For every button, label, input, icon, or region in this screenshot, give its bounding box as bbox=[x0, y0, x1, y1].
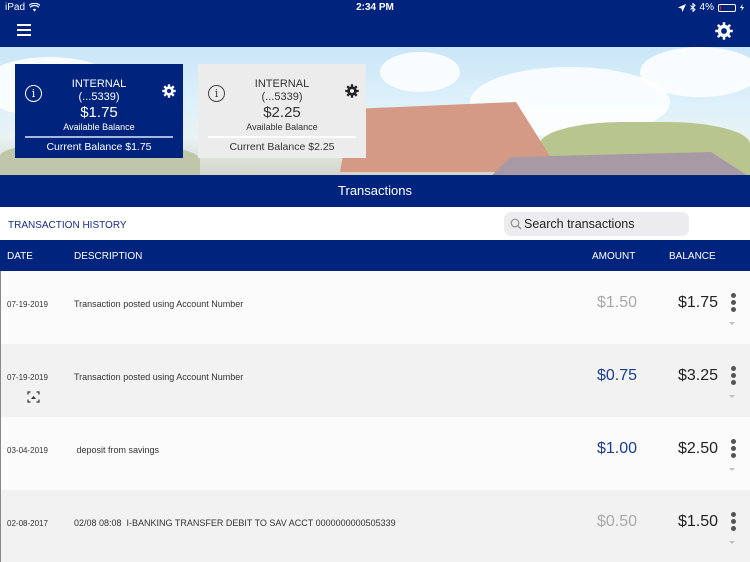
transaction-row[interactable]: 07-19-2019 Transaction posted using Acco… bbox=[0, 344, 750, 417]
location-icon bbox=[677, 3, 686, 12]
search-input[interactable] bbox=[524, 212, 684, 236]
available-balance: $2.25 bbox=[263, 104, 301, 121]
table-header: DATE DESCRIPTION AMOUNT BALANCE bbox=[0, 240, 750, 271]
transaction-balance: $1.50 bbox=[677, 513, 718, 530]
battery-icon bbox=[718, 3, 736, 12]
account-card-selected[interactable]: i INTERNAL (...5339) $1.75 Available Bal… bbox=[15, 64, 183, 158]
transaction-row[interactable]: 02-08-2017 02/08 08:08 I-BANKING TRANSFE… bbox=[0, 490, 750, 562]
check-image-scan-icon[interactable] bbox=[27, 391, 40, 403]
transaction-amount: $1.50 bbox=[596, 294, 637, 311]
status-bar: iPad 2:34 PM 4% bbox=[0, 0, 750, 16]
bluetooth-icon bbox=[689, 3, 696, 12]
hamburger-menu-icon[interactable] bbox=[17, 24, 31, 36]
transaction-description: Transaction posted using Account Number bbox=[74, 372, 244, 382]
transaction-row[interactable]: 03-04-2019 deposit from savings $1.00 $2… bbox=[0, 417, 750, 490]
transaction-date: 07-19-2019 bbox=[7, 300, 48, 309]
transaction-amount: $1.00 bbox=[596, 440, 637, 457]
account-number: (...5339) bbox=[78, 91, 120, 103]
expand-chevron-icon[interactable] bbox=[729, 468, 735, 471]
available-balance-label: Available Balance bbox=[246, 122, 318, 132]
charging-icon bbox=[740, 4, 744, 11]
card-divider bbox=[208, 136, 356, 138]
search-field[interactable] bbox=[504, 212, 689, 236]
account-number: (...5339) bbox=[261, 91, 303, 103]
current-balance: Current Balance $1.75 bbox=[46, 141, 152, 153]
account-name: INTERNAL bbox=[254, 78, 310, 90]
expand-chevron-icon[interactable] bbox=[729, 322, 735, 325]
account-settings-gear-icon[interactable] bbox=[345, 84, 359, 98]
column-header-date[interactable]: DATE bbox=[7, 251, 33, 262]
battery-percent: 4% bbox=[699, 2, 714, 13]
available-balance: $1.75 bbox=[80, 104, 118, 121]
transaction-amount: $0.75 bbox=[596, 367, 637, 384]
transaction-date: 07-19-2019 bbox=[7, 373, 48, 382]
transaction-amount: $0.50 bbox=[596, 513, 637, 530]
transactions-title: Transactions bbox=[0, 175, 750, 207]
clock: 2:34 PM bbox=[356, 2, 394, 13]
more-options-icon[interactable] bbox=[729, 512, 737, 532]
current-balance: Current Balance $2.25 bbox=[229, 141, 335, 153]
transaction-date: 03-04-2019 bbox=[7, 446, 48, 455]
transaction-balance: $1.75 bbox=[677, 294, 718, 311]
column-header-balance[interactable]: BALANCE bbox=[669, 251, 716, 262]
column-header-description[interactable]: DESCRIPTION bbox=[74, 251, 142, 262]
transaction-description: Transaction posted using Account Number bbox=[74, 299, 244, 309]
transaction-history-header: TRANSACTION HISTORY bbox=[0, 207, 750, 240]
transaction-row[interactable]: 07-19-2019 Transaction posted using Acco… bbox=[0, 271, 750, 344]
account-card[interactable]: i INTERNAL (...5339) $2.25 Available Bal… bbox=[198, 64, 366, 158]
account-name: INTERNAL bbox=[71, 78, 127, 90]
transaction-history-label: TRANSACTION HISTORY bbox=[8, 220, 127, 231]
settings-gear-icon[interactable] bbox=[714, 21, 734, 41]
more-options-icon[interactable] bbox=[729, 293, 737, 313]
transaction-balance: $2.50 bbox=[677, 440, 718, 457]
more-options-icon[interactable] bbox=[729, 439, 737, 459]
list-left-border bbox=[0, 271, 1, 562]
more-options-icon[interactable] bbox=[729, 366, 737, 386]
expand-chevron-icon[interactable] bbox=[729, 541, 735, 544]
transaction-description: 02/08 08:08 I-BANKING TRANSFER DEBIT TO … bbox=[74, 518, 396, 528]
card-divider bbox=[25, 136, 173, 138]
expand-chevron-icon[interactable] bbox=[729, 395, 735, 398]
available-balance-label: Available Balance bbox=[63, 122, 135, 132]
search-icon bbox=[510, 218, 522, 230]
nav-bar bbox=[0, 16, 750, 47]
column-header-amount[interactable]: AMOUNT bbox=[592, 251, 635, 262]
transaction-description: deposit from savings bbox=[74, 445, 160, 455]
transaction-balance: $3.25 bbox=[677, 367, 718, 384]
account-settings-gear-icon[interactable] bbox=[162, 84, 176, 98]
transaction-date: 02-08-2017 bbox=[7, 519, 48, 528]
